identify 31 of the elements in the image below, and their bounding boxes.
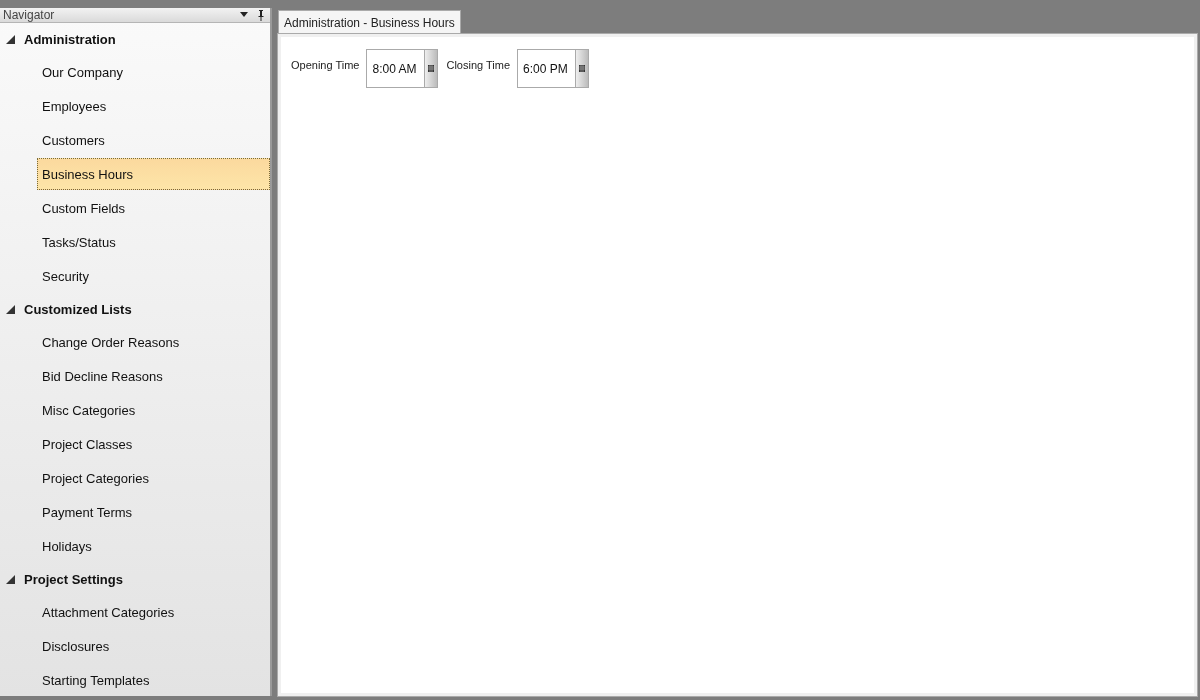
tree-item[interactable]: Our Company bbox=[37, 56, 270, 88]
tree-item[interactable]: Project Categories bbox=[37, 462, 270, 494]
tree-group[interactable]: Customized Lists bbox=[0, 293, 270, 325]
tree-group[interactable]: Project Settings bbox=[0, 563, 270, 595]
tree-item[interactable]: Project Classes bbox=[37, 428, 270, 460]
expander-icon[interactable] bbox=[6, 304, 15, 314]
tree-item[interactable]: Custom Fields bbox=[37, 192, 270, 224]
tree-item[interactable]: Holidays bbox=[37, 530, 270, 562]
tree-item[interactable]: Employees bbox=[37, 90, 270, 122]
expander-icon[interactable] bbox=[6, 34, 15, 44]
tree-item[interactable]: Business Hours bbox=[37, 158, 270, 190]
tree-item[interactable]: Payment Terms bbox=[37, 496, 270, 528]
pin-icon[interactable] bbox=[258, 9, 264, 21]
tree-item[interactable]: Customers bbox=[37, 124, 270, 156]
tree-item[interactable]: Security bbox=[37, 260, 270, 292]
tree-item[interactable]: Disclosures bbox=[37, 630, 270, 662]
tree-item[interactable]: Starting Templates bbox=[37, 664, 270, 696]
expander-icon[interactable] bbox=[6, 574, 15, 584]
tree-item[interactable]: Bid Decline Reasons bbox=[37, 360, 270, 392]
navigator-title: Navigator bbox=[3, 8, 56, 22]
tree-group[interactable]: Administration bbox=[0, 23, 270, 55]
tree-item[interactable]: Tasks/Status bbox=[37, 226, 270, 258]
dropdown-icon[interactable] bbox=[240, 12, 248, 18]
document-tab[interactable]: Administration - Business Hours bbox=[278, 10, 461, 34]
tree-item[interactable]: Change Order Reasons bbox=[37, 326, 270, 358]
field-label: Closing Time bbox=[446, 58, 511, 71]
tree-item[interactable]: Attachment Categories bbox=[37, 596, 270, 628]
time-picker[interactable]: 8:00 AM bbox=[366, 49, 439, 88]
tree-item[interactable]: Misc Categories bbox=[37, 394, 270, 426]
time-picker[interactable]: 6:00 PM bbox=[517, 49, 590, 88]
field-label: Opening Time bbox=[291, 58, 360, 71]
